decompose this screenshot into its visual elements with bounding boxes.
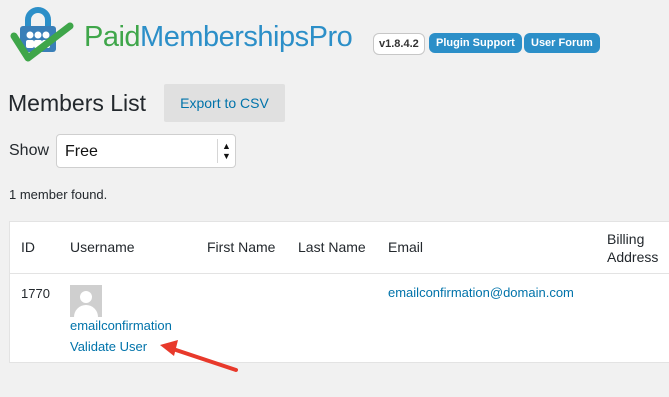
members-table: ID Username First Name Last Name Email B… bbox=[9, 221, 669, 363]
member-count: 1 member found. bbox=[9, 187, 108, 202]
export-csv-button[interactable]: Export to CSV bbox=[164, 84, 285, 122]
row-id: 1770 bbox=[21, 286, 50, 301]
avatar bbox=[70, 285, 102, 317]
col-last-name: Last Name bbox=[298, 239, 366, 255]
brand-paid: Paid bbox=[84, 21, 141, 53]
col-first-name: First Name bbox=[207, 239, 276, 255]
validate-user-link[interactable]: Validate User bbox=[70, 339, 147, 354]
brand-pro: Pro bbox=[308, 21, 353, 53]
brand-memberships: Memberships bbox=[140, 21, 309, 53]
page-title: Members List bbox=[8, 90, 147, 116]
col-email: Email bbox=[388, 239, 424, 255]
select-arrows-icon: ▲ ▼ bbox=[222, 141, 231, 161]
username-link[interactable]: emailconfirmation bbox=[70, 318, 172, 333]
col-id: ID bbox=[21, 239, 35, 255]
col-billing-address: Billing Address bbox=[607, 230, 658, 266]
show-label: Show bbox=[9, 142, 50, 159]
col-username: Username bbox=[70, 239, 135, 255]
select-divider bbox=[217, 139, 218, 163]
version-badge: v1.8.4.2 bbox=[373, 33, 425, 55]
pmpro-logo-icon bbox=[10, 7, 74, 62]
table-header: ID Username First Name Last Name Email B… bbox=[10, 222, 669, 274]
plugin-support-button[interactable]: Plugin Support bbox=[429, 33, 522, 53]
col-billing-line2: Address bbox=[607, 249, 659, 265]
annotation-arrow-icon bbox=[160, 340, 238, 372]
membership-level-select[interactable]: Free ▲ ▼ bbox=[56, 134, 236, 168]
selected-level: Free bbox=[65, 143, 98, 160]
col-billing-line1: Billing bbox=[607, 231, 645, 247]
brand-wordmark: PaidMembershipsPro bbox=[84, 19, 353, 55]
user-forum-button[interactable]: User Forum bbox=[524, 33, 600, 53]
email-link[interactable]: emailconfirmation@domain.com bbox=[388, 285, 574, 300]
